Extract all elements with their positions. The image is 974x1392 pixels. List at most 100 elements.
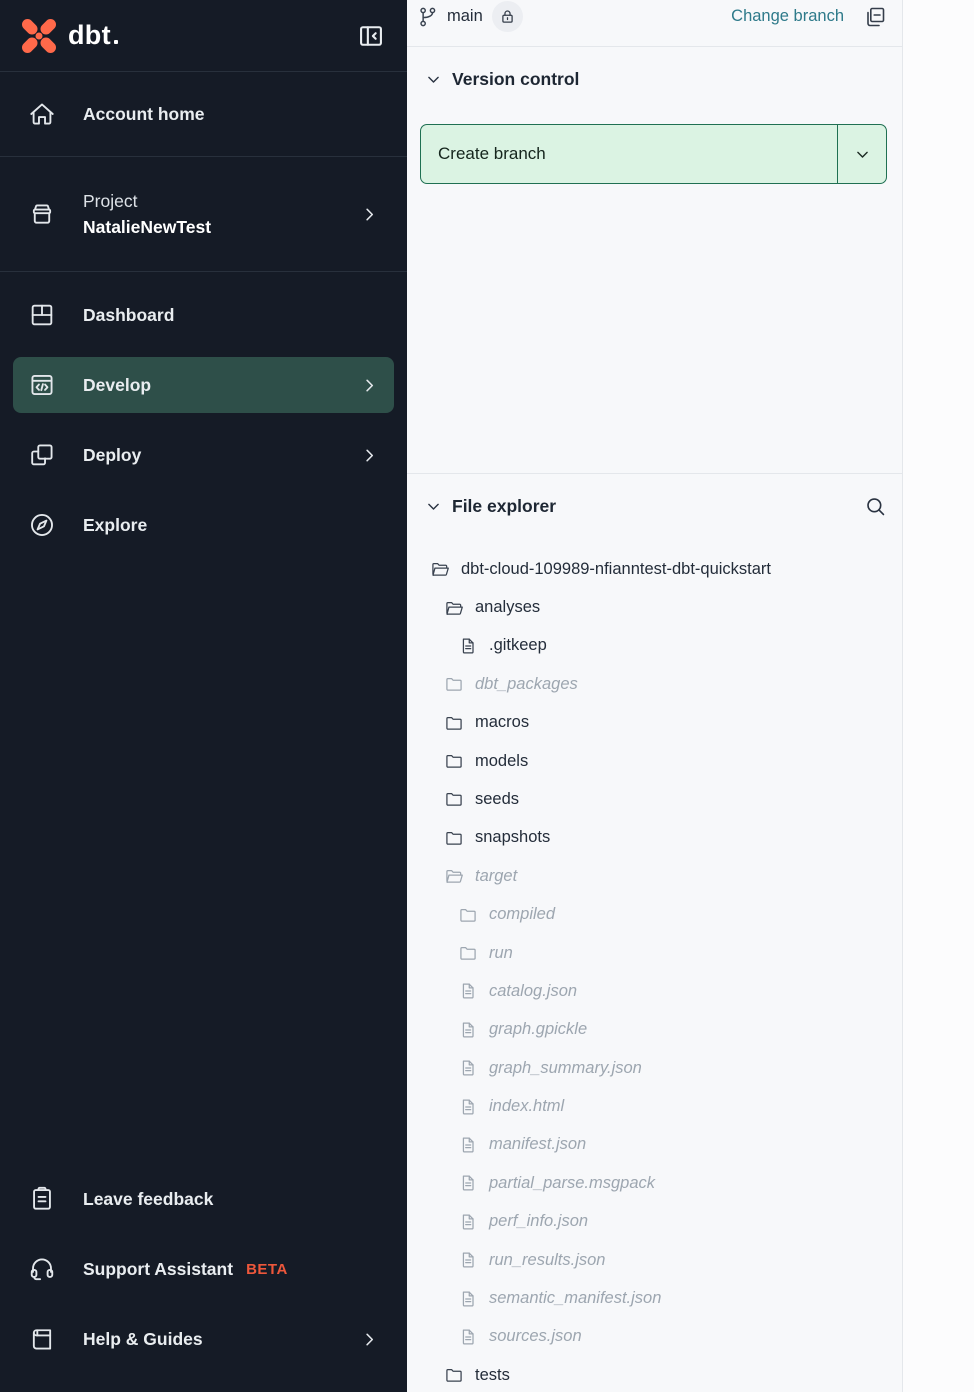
search-icon [864, 495, 887, 518]
clipboard-icon [28, 1185, 56, 1213]
sidebar-item-dashboard[interactable]: Dashboard [0, 280, 407, 350]
file-icon [458, 1212, 478, 1232]
tree-item[interactable]: partial_parse.msgpack [420, 1164, 887, 1202]
tree-item[interactable]: dbt_packages [420, 665, 887, 703]
branch-locked-badge [492, 1, 523, 32]
file-icon [458, 1289, 478, 1309]
tree-item[interactable]: macros [420, 703, 887, 741]
tree-item[interactable]: manifest.json [420, 1126, 887, 1164]
sidebar-item-help-guides[interactable]: Help & Guides [0, 1304, 407, 1374]
tree-item[interactable]: seeds [420, 780, 887, 818]
chevron-right-icon [360, 376, 379, 395]
file-icon [458, 1250, 478, 1270]
tree-item[interactable]: catalog.json [420, 972, 887, 1010]
sidebar-footer: Leave feedback Support Assistant BETA He… [0, 1164, 407, 1392]
sidebar-item-label: Account home [83, 101, 205, 127]
code-window-icon [28, 371, 56, 399]
branch-topbar: main Change branch [407, 0, 902, 47]
sidebar-item-leave-feedback[interactable]: Leave feedback [0, 1164, 407, 1234]
tree-item-label: partial_parse.msgpack [489, 1174, 655, 1193]
create-branch-dropdown-button[interactable] [838, 125, 886, 183]
folder-icon [444, 713, 464, 733]
sidebar-item-label: Develop [83, 372, 151, 398]
dashboard-icon [28, 301, 56, 329]
tree-item-label: semantic_manifest.json [489, 1289, 661, 1308]
dbt-logo-icon [18, 15, 60, 57]
headset-icon [28, 1255, 56, 1283]
sidebar-item-label: Leave feedback [83, 1186, 213, 1212]
tree-item-label: run [489, 944, 513, 963]
folder-open-icon [444, 866, 464, 886]
tree-item[interactable]: tests [420, 1356, 887, 1392]
tree-item[interactable]: sources.json [420, 1318, 887, 1356]
sidebar-item-label: Support Assistant [83, 1256, 233, 1282]
sidebar-item-support-assistant[interactable]: Support Assistant BETA [0, 1234, 407, 1304]
tree-item[interactable]: perf_info.json [420, 1203, 887, 1241]
dbt-logo-text: dbt [68, 20, 118, 51]
tree-item-label: analyses [475, 598, 540, 617]
tree-item-label: dbt-cloud-109989-nfianntest-dbt-quicksta… [461, 560, 771, 579]
file-icon [458, 1097, 478, 1117]
folder-icon [458, 943, 478, 963]
tree-item[interactable]: .gitkeep [420, 627, 887, 665]
archive-icon [28, 200, 56, 228]
tree-item[interactable]: graph_summary.json [420, 1049, 887, 1087]
file-explorer-header[interactable]: File explorer [420, 494, 887, 520]
sidebar-item-develop[interactable]: Develop [0, 350, 407, 420]
file-explorer-title: File explorer [452, 496, 556, 517]
folder-icon [444, 789, 464, 809]
file-tree: dbt-cloud-109989-nfianntest-dbt-quicksta… [420, 550, 887, 1392]
tree-item-label: target [475, 867, 517, 886]
tree-item[interactable]: index.html [420, 1087, 887, 1125]
develop-side-panel: main Change branch Version control Creat… [407, 0, 903, 1392]
chevron-right-icon [360, 446, 379, 465]
file-icon [458, 1058, 478, 1078]
compass-icon [28, 511, 56, 539]
editor-area-edge [903, 0, 974, 1392]
version-control-header[interactable]: Version control [420, 66, 887, 92]
sidebar-item-deploy[interactable]: Deploy [0, 420, 407, 490]
tree-item[interactable]: target [420, 857, 887, 895]
folder-icon [444, 751, 464, 771]
sidebar-nav: Account home Project NatalieNewTest Dash… [0, 72, 407, 560]
tree-item[interactable]: snapshots [420, 819, 887, 857]
file-icon [458, 1020, 478, 1040]
file-icon [458, 1173, 478, 1193]
tree-item-label: dbt_packages [475, 675, 578, 694]
file-search-button[interactable] [864, 495, 887, 518]
chevron-down-icon [425, 71, 442, 88]
version-control-title: Version control [452, 69, 579, 90]
copy-icon [863, 5, 887, 29]
sidebar-item-label: Explore [83, 512, 147, 538]
tree-item-label: manifest.json [489, 1135, 586, 1154]
tree-item-label: perf_info.json [489, 1212, 588, 1231]
tree-item-label: graph.gpickle [489, 1020, 587, 1039]
create-branch-button[interactable]: Create branch [421, 125, 838, 183]
copy-branch-button[interactable] [863, 5, 887, 29]
sidebar-item-label: Help & Guides [83, 1326, 203, 1352]
tree-item-label: models [475, 752, 528, 771]
sidebar-item-explore[interactable]: Explore [0, 490, 407, 560]
tree-item[interactable]: dbt-cloud-109989-nfianntest-dbt-quicksta… [420, 550, 887, 588]
tree-item[interactable]: run_results.json [420, 1241, 887, 1279]
chevron-right-icon [360, 1330, 379, 1349]
sidebar-item-account-home[interactable]: Account home [0, 72, 407, 157]
collapse-sidebar-button[interactable] [355, 20, 387, 52]
sidebar-item-label: Dashboard [83, 302, 174, 328]
change-branch-link[interactable]: Change branch [731, 7, 844, 26]
file-icon [458, 981, 478, 1001]
chevron-right-icon [360, 205, 379, 224]
tree-item[interactable]: graph.gpickle [420, 1011, 887, 1049]
tree-item[interactable]: run [420, 934, 887, 972]
tree-item-label: catalog.json [489, 982, 577, 1001]
tree-item-label: sources.json [489, 1327, 582, 1346]
tree-item-label: index.html [489, 1097, 564, 1116]
git-branch-icon [418, 6, 440, 28]
tree-item[interactable]: compiled [420, 895, 887, 933]
tree-item[interactable]: analyses [420, 588, 887, 626]
deploy-icon [28, 441, 56, 469]
tree-item[interactable]: semantic_manifest.json [420, 1279, 887, 1317]
sidebar-item-project[interactable]: Project NatalieNewTest [0, 157, 407, 272]
tree-item[interactable]: models [420, 742, 887, 780]
tree-item-label: .gitkeep [489, 636, 547, 655]
